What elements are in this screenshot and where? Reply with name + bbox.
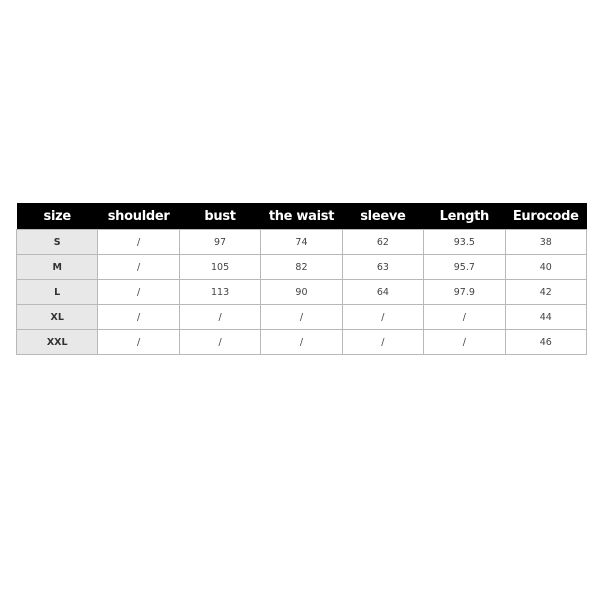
table-cell: 44 [504, 304, 588, 330]
table-cell: 74 [260, 229, 343, 255]
size-label: M [15, 254, 99, 280]
size-label: L [15, 279, 99, 305]
table-cell: 42 [504, 279, 588, 305]
column-header-size: size [16, 203, 98, 230]
table-cell: / [341, 304, 425, 330]
table-cell: 63 [341, 254, 425, 280]
size-label: XXL [15, 329, 99, 355]
header-row: size shoulder bust the waist sleeve Length Eur… [16, 203, 587, 230]
table-cell: / [178, 329, 262, 355]
table-row: S/97 74 62 93.5 38 [15, 229, 588, 255]
table-cell: 113 [178, 279, 262, 305]
table-cell: / [97, 304, 180, 330]
table-cell: / [97, 254, 180, 280]
table-cell: 93.5 [423, 229, 506, 255]
table-cell: 90 [260, 279, 343, 305]
table-cell: 97 [178, 229, 262, 255]
column-header-sleeve: sleeve [342, 203, 424, 230]
table-cell: 38 [504, 229, 588, 255]
column-header-eurocode: Eurocode [505, 203, 587, 230]
table-cell: 82 [260, 254, 343, 280]
table-cell: / [260, 304, 343, 330]
size-label: S [15, 229, 99, 255]
table-cell: 62 [341, 229, 425, 255]
table-cell: 95.7 [423, 254, 506, 280]
table-cell: / [260, 329, 343, 355]
table-cell: / [423, 329, 506, 355]
column-header-length: Length [423, 203, 506, 230]
table-cell: 46 [504, 329, 588, 355]
table-cell: / [97, 229, 180, 255]
table-row: L/113 90 64 97.9 42 [15, 279, 588, 305]
table-row: M/105 82 63 95.7 40 [15, 254, 588, 280]
column-header-the-waist: the waist [260, 203, 343, 230]
table-cell: 40 [504, 254, 588, 280]
table-cell: 64 [341, 279, 425, 305]
table-cell: / [423, 304, 506, 330]
table-cell: 105 [178, 254, 262, 280]
size-chart-table: size shoulder bust the waist sleeve Length Eur… [15, 203, 588, 355]
column-header-bust: bust [179, 203, 261, 230]
table-cell: 97.9 [423, 279, 506, 305]
table-row: XXL / / / //46 [15, 329, 588, 355]
table-cell: / [97, 279, 180, 305]
table-row: XL / / / //44 [15, 304, 588, 330]
table-cell: / [97, 329, 180, 355]
table-cell: / [178, 304, 262, 330]
size-label: XL [15, 304, 99, 330]
table-cell: / [341, 329, 425, 355]
column-header-shoulder: shoulder [97, 203, 180, 230]
